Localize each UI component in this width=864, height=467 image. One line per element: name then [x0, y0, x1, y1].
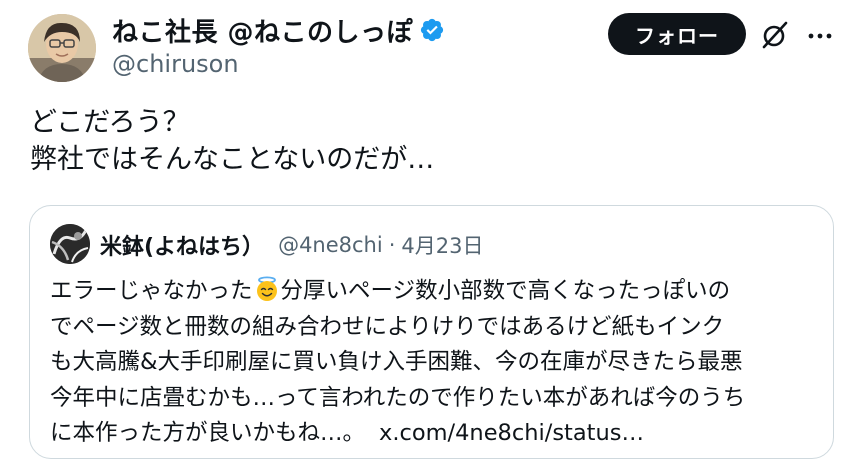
avatar[interactable] [28, 14, 96, 82]
more-icon[interactable] [804, 20, 836, 52]
verified-badge-icon[interactable] [419, 17, 445, 43]
quoted-text-line: エラーじゃなかった 分厚いページ数小部数で高くなったっぽいの [50, 274, 820, 310]
grok-icon[interactable] [758, 18, 792, 52]
quoted-text-segment: に本作った方が良いかもね…。 [50, 420, 366, 446]
quoted-text: エラーじゃなかった 分厚いページ数小部数で高くなったっぽいの でページ数と冊数の組… [50, 274, 820, 452]
smiling-face-with-halo-icon [254, 276, 280, 302]
quoted-display-name: 米鉢(よねはち） [100, 235, 265, 260]
quoted-text-segment: 分厚いページ数小部数で高くなったっぽいの [280, 278, 731, 304]
quoted-text-line: 今年中に店畳むかも…って言われたので作りたい本があれば今のうち [50, 384, 746, 411]
post-text-line: どこだろう？ [30, 107, 190, 138]
author-name-row: ねこ社長 @ねこのしっぽ [112, 10, 445, 50]
quoted-link[interactable]: x.com/4ne8chi/status… [379, 420, 644, 446]
quoted-text-segment: エラーじゃなかった [50, 278, 253, 304]
author-handle[interactable]: @chiruson [112, 50, 239, 78]
quoted-text-line: に本作った方が良いかもね…。 x.com/4ne8chi/status… [50, 416, 820, 452]
author-display-name[interactable]: ねこ社長 @ねこのしっぽ [112, 12, 413, 49]
quoted-separator: · [388, 233, 396, 257]
quoted-date: 4月23日 [401, 234, 484, 258]
avatar-image [28, 14, 96, 82]
post-text: どこだろう？ 弊社ではそんなことないのだが… [30, 104, 434, 178]
quoted-avatar-image [50, 224, 90, 264]
quoted-header: 米鉢(よねはち） @4ne8chi · 4月23日 [100, 228, 484, 262]
quoted-handle: @4ne8chi [278, 233, 383, 257]
quoted-text-line: でページ数と冊数の組み合わせによりけりではあるけど紙もインク [50, 313, 725, 340]
post-text-line: 弊社ではそんなことないのだが… [30, 144, 435, 175]
follow-button[interactable]: フォロー [608, 13, 746, 55]
quoted-avatar[interactable] [50, 224, 90, 264]
quoted-text-line: も大高騰&大手印刷屋に買い負け入手困難、今の在庫が尽きたら最悪 [50, 349, 743, 375]
quoted-post-card[interactable]: 米鉢(よねはち） @4ne8chi · 4月23日 エラーじゃなかった 分厚いペー… [29, 205, 834, 459]
